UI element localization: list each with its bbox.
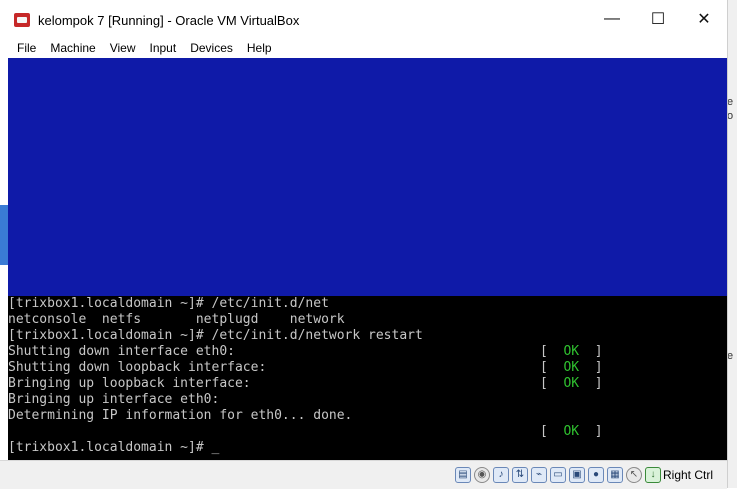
console-line: [trixbox1.localdomain ~]# /etc/init.d/ne… xyxy=(8,296,329,311)
console-line: netconsole netfs netplugd network xyxy=(8,312,345,327)
display-icon[interactable]: ▣ xyxy=(569,467,585,483)
menu-file[interactable]: File xyxy=(0,38,43,58)
guest-console[interactable]: [trixbox1.localdomain ~]# /etc/init.d/ne… xyxy=(8,296,727,460)
maximize-button[interactable]: ☐ xyxy=(635,0,681,38)
audio-icon[interactable]: ♪ xyxy=(493,467,509,483)
guest-upper-screen xyxy=(8,58,727,296)
console-line: Shutting down interface eth0: xyxy=(8,344,235,359)
close-button[interactable]: ✕ xyxy=(681,0,727,38)
console-line: Determining IP information for eth0... d… xyxy=(8,408,353,423)
console-line: Bringing up loopback interface: xyxy=(8,376,251,391)
ok-label: OK xyxy=(563,344,580,359)
ok-label: OK xyxy=(563,376,580,391)
hard-disk-icon[interactable]: ▤ xyxy=(455,467,471,483)
usb-icon[interactable]: ⌁ xyxy=(531,467,547,483)
host-key-label: Right Ctrl xyxy=(663,468,714,482)
virtualization-icon[interactable]: ▦ xyxy=(607,467,623,483)
ok-bracket-open: [ xyxy=(540,360,564,375)
console-line: Shutting down loopback interface: xyxy=(8,360,267,375)
status-icon-tray: ▤ ◉ ♪ ⇅ ⌁ ▭ ▣ ● ▦ ↖ ↓ xyxy=(455,465,661,485)
ok-bracket-open: [ xyxy=(540,424,564,439)
network-icon[interactable]: ⇅ xyxy=(512,467,528,483)
ok-bracket-open: [ xyxy=(540,376,564,391)
ok-status: [ OK ] xyxy=(540,376,603,392)
host-key-icon[interactable]: ↓ xyxy=(645,467,661,483)
desktop-edge xyxy=(0,205,8,265)
virtualbox-app-icon xyxy=(14,13,30,27)
guest-display[interactable]: [trixbox1.localdomain ~]# /etc/init.d/ne… xyxy=(8,58,727,460)
mouse-integration-icon[interactable]: ↖ xyxy=(626,467,642,483)
ok-bracket-close: ] xyxy=(579,360,603,375)
shared-folders-icon[interactable]: ▭ xyxy=(550,467,566,483)
menu-devices[interactable]: Devices xyxy=(183,38,240,58)
optical-drive-icon[interactable]: ◉ xyxy=(474,467,490,483)
status-bar: ▤ ◉ ♪ ⇅ ⌁ ▭ ▣ ● ▦ ↖ ↓ Right Ctrl xyxy=(0,460,727,489)
ok-label: OK xyxy=(563,424,580,439)
ok-status: [ OK ] xyxy=(540,424,603,440)
menu-bar: File Machine View Input Devices Help xyxy=(0,38,727,58)
video-capture-icon[interactable]: ● xyxy=(588,467,604,483)
virtualbox-window: kelompok 7 [Running] - Oracle VM Virtual… xyxy=(0,0,728,489)
console-prompt: [trixbox1.localdomain ~]# _ xyxy=(8,440,220,455)
desktop-background: e o e xyxy=(727,0,737,488)
menu-view[interactable]: View xyxy=(103,38,143,58)
ok-bracket-close: ] xyxy=(579,424,603,439)
ok-status: [ OK ] xyxy=(540,344,603,360)
minimize-button[interactable]: — xyxy=(589,0,635,38)
ok-bracket-close: ] xyxy=(579,376,603,391)
ok-status: [ OK ] xyxy=(540,360,603,376)
console-line: [trixbox1.localdomain ~]# /etc/init.d/ne… xyxy=(8,328,423,343)
title-bar[interactable]: kelompok 7 [Running] - Oracle VM Virtual… xyxy=(0,0,727,38)
menu-machine[interactable]: Machine xyxy=(43,38,102,58)
menu-input[interactable]: Input xyxy=(143,38,184,58)
ok-bracket-open: [ xyxy=(540,344,564,359)
menu-help[interactable]: Help xyxy=(240,38,279,58)
ok-label: OK xyxy=(563,360,580,375)
ok-bracket-close: ] xyxy=(579,344,603,359)
console-line: Bringing up interface eth0: xyxy=(8,392,220,407)
window-title: kelompok 7 [Running] - Oracle VM Virtual… xyxy=(38,13,300,28)
